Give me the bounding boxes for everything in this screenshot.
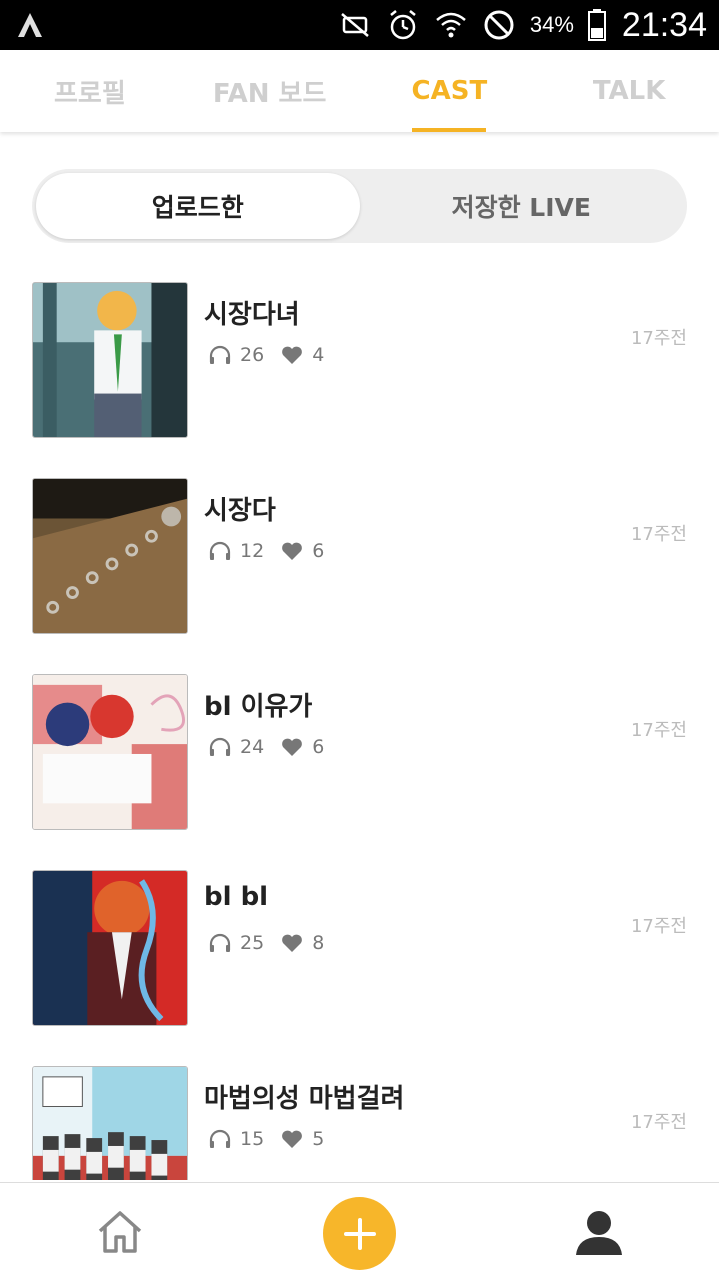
profile-icon[interactable]: [574, 1207, 624, 1257]
alarm-icon: [390, 10, 416, 40]
cast-stats: 12 6: [208, 540, 324, 562]
like-count: 4: [312, 344, 325, 366]
battery-percentage: 34%: [529, 12, 574, 37]
play-count: 15: [240, 1128, 265, 1150]
headphones-icon: [209, 541, 231, 560]
cast-segment-control: 업로드한 저장한 LIVE: [32, 169, 687, 243]
heart-icon: [282, 738, 303, 756]
cast-stats: 26 4: [208, 344, 324, 366]
tab-talk[interactable]: TALK: [539, 50, 719, 132]
heart-icon: [282, 934, 303, 952]
cast-title: bl 이유가: [204, 692, 313, 722]
cast-title: bl bl: [204, 882, 269, 912]
tab-fan-board[interactable]: FAN 보드: [180, 50, 360, 132]
cast-title: 시장다녀: [204, 300, 300, 330]
app-logo-icon: [18, 13, 42, 37]
cast-title: 시장다: [204, 496, 276, 526]
bottom-navigation: [0, 1182, 719, 1280]
like-count: 5: [312, 1128, 325, 1150]
like-count: 8: [312, 932, 325, 954]
cast-thumbnail: [32, 674, 188, 830]
cast-thumbnail: [32, 1066, 188, 1180]
play-count: 25: [240, 932, 265, 954]
heart-icon: [282, 1130, 303, 1148]
plus-icon: [343, 1217, 376, 1250]
cast-title: 마법의성 마법걸려: [204, 1084, 405, 1114]
mute-icon: [341, 13, 369, 37]
status-bar: 34% 21:34: [0, 0, 719, 50]
cast-list-item[interactable]: 마법의성 마법걸려 15 5 17주전: [0, 1046, 719, 1180]
cast-thumbnail: [32, 870, 188, 1026]
like-count: 6: [312, 736, 325, 758]
cast-thumbnail: [32, 282, 188, 438]
wifi-icon: [436, 12, 466, 38]
headphones-icon: [209, 933, 231, 952]
home-icon[interactable]: [96, 1207, 144, 1255]
tab-profile[interactable]: 프로필: [0, 50, 180, 132]
cast-time: 17주전: [630, 328, 687, 349]
cast-time: 17주전: [630, 524, 687, 545]
cast-list-item[interactable]: 시장다녀 26 4 17주전: [0, 262, 719, 458]
add-cast-button[interactable]: [323, 1197, 396, 1270]
like-count: 6: [312, 540, 325, 562]
cast-list-item[interactable]: 시장다 12 6 17주전: [0, 458, 719, 654]
cast-time: 17주전: [630, 1112, 687, 1133]
cast-thumbnail: [32, 478, 188, 634]
heart-icon: [282, 542, 303, 560]
cast-list-item[interactable]: bl bl 25 8 17주전: [0, 850, 719, 1046]
cast-list: 시장다녀 26 4 17주전 시장다 12 6 17주전 bl 이유가 24 6…: [0, 262, 719, 1180]
status-time: 21:34: [621, 5, 707, 44]
play-count: 26: [240, 344, 265, 366]
uploaded-segment-button[interactable]: 업로드한: [36, 173, 360, 239]
cast-list-item[interactable]: bl 이유가 24 6 17주전: [0, 654, 719, 850]
headphones-icon: [209, 345, 231, 364]
play-count: 24: [240, 736, 265, 758]
no-disturb-icon: [484, 10, 514, 40]
cast-stats: 15 5: [208, 1128, 324, 1150]
headphones-icon: [209, 737, 231, 756]
cast-stats: 25 8: [208, 932, 324, 954]
cast-stats: 24 6: [208, 736, 324, 758]
cast-time: 17주전: [630, 916, 687, 937]
heart-icon: [282, 346, 303, 364]
top-tab-bar: 프로필 FAN 보드 CAST TALK: [0, 50, 719, 132]
tab-cast[interactable]: CAST: [360, 50, 540, 132]
saved-live-segment-button[interactable]: 저장한 LIVE: [360, 173, 684, 239]
cast-time: 17주전: [630, 720, 687, 741]
headphones-icon: [209, 1129, 231, 1148]
battery-icon: [587, 9, 606, 41]
play-count: 12: [240, 540, 265, 562]
